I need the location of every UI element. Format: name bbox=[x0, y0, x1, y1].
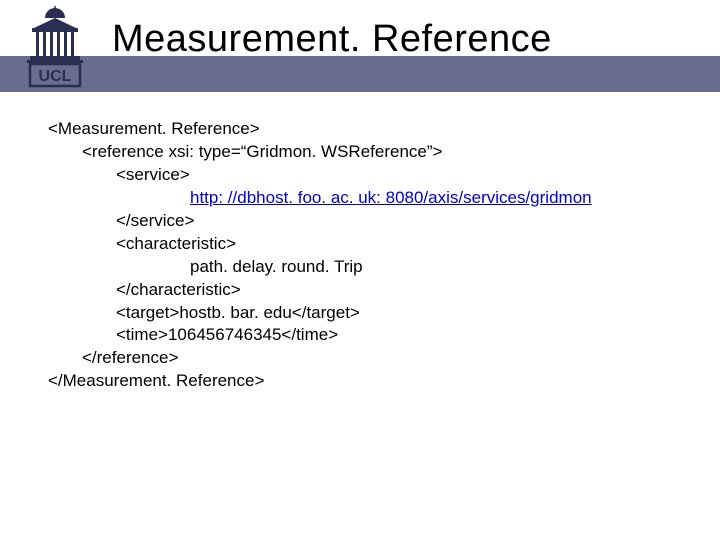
xml-service-close: </service> bbox=[48, 210, 592, 233]
xml-characteristic-open: <characteristic> bbox=[48, 233, 592, 256]
page-title: Measurement. Reference bbox=[112, 18, 552, 61]
service-url-link[interactable]: http: //dbhost. foo. ac. uk: 8080/axis/s… bbox=[190, 188, 592, 207]
xml-root-open: <Measurement. Reference> bbox=[48, 118, 592, 141]
logo-text: UCL bbox=[39, 68, 72, 85]
xml-reference-close: </reference> bbox=[48, 347, 592, 370]
xml-root-close: </Measurement. Reference> bbox=[48, 370, 592, 393]
header: Measurement. Reference bbox=[0, 0, 720, 92]
xml-snippet: <Measurement. Reference> <reference xsi:… bbox=[48, 118, 592, 393]
xml-characteristic-close: </characteristic> bbox=[48, 279, 592, 302]
xml-characteristic-value: path. delay. round. Trip bbox=[48, 256, 592, 279]
xml-time-line: <time>106456746345</time> bbox=[48, 324, 592, 347]
xml-reference-open: <reference xsi: type=“Gridmon. WSReferen… bbox=[48, 141, 592, 164]
header-accent-strip bbox=[0, 56, 720, 92]
xml-service-open: <service> bbox=[48, 164, 592, 187]
ucl-logo: UCL bbox=[24, 6, 86, 88]
xml-target-line: <target>hostb. bar. edu</target> bbox=[48, 302, 592, 325]
